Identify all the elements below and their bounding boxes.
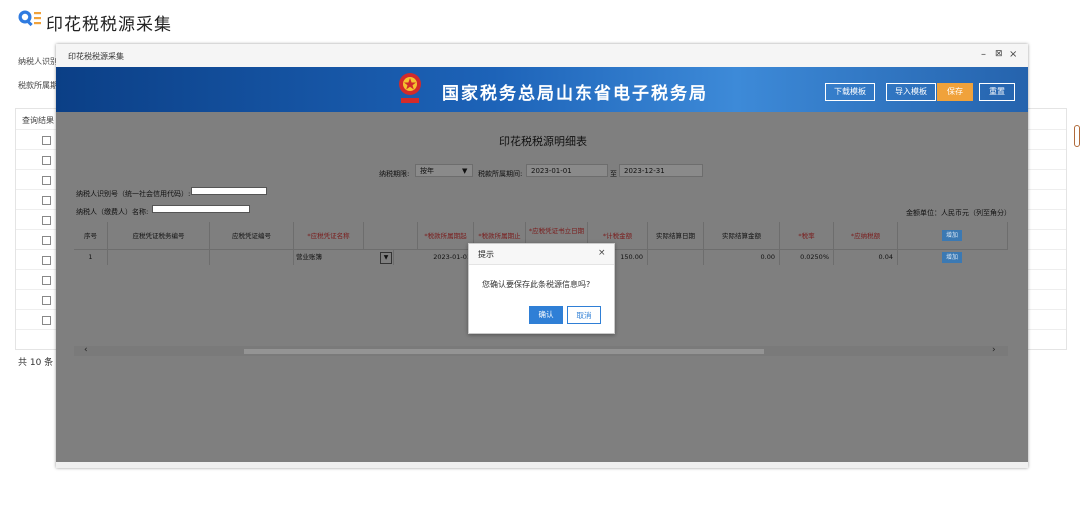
cell-settle-amount[interactable]: 0.00 [704,250,780,265]
cell-rate: 0.0250% [780,250,834,265]
voucher-name-value: 营业账簿 [296,253,322,261]
dialog-message: 您确认要保存此条税源信息吗? [482,280,591,289]
col-header-voucher-tax-no: 应税凭证税务编号 [108,222,210,250]
download-template-button[interactable]: 下载模板 [825,83,875,101]
cancel-button[interactable]: 取消 [567,306,601,324]
page-title: 印花税税源采集 [46,15,172,35]
taxpayer-name-input[interactable] [152,205,250,213]
cell-voucher-name[interactable]: 营业账簿 ▼ [294,250,394,265]
cell-actions: 增加 [898,250,1008,265]
col-header-rate: *税率 [780,222,834,250]
period-select[interactable]: 按年 ▼ [415,164,473,177]
cell-voucher-tax-no[interactable] [108,250,210,265]
period-label: 纳税期限: [379,170,410,178]
dialog-header: 提示 × [469,244,614,265]
chevron-down-icon[interactable]: ▼ [380,252,392,264]
cell-no: 1 [74,250,108,265]
tax-bureau-banner: 国家税务总局山东省电子税务局 下载模板 导入模板 保存 重置 [56,67,1028,112]
col-header-voucher-no: 应税凭证编号 [210,222,294,250]
col-header-settle-amount: 实际结算金额 [704,222,780,250]
row-checkbox[interactable] [42,296,51,305]
close-icon[interactable]: × [598,248,606,258]
row-checkbox[interactable] [42,176,51,185]
add-row-button[interactable]: 增加 [942,230,962,241]
add-row-button[interactable]: 增加 [942,252,962,263]
minimize-icon[interactable]: – [981,49,986,60]
search-list-icon [18,10,41,27]
taxpayer-code-input[interactable] [191,187,267,195]
col-header-payable: *应纳税额 [834,222,898,250]
cell-settle-date[interactable] [648,250,704,265]
taxpayer-name-label: 纳税人（缴费人）名称: [76,208,149,216]
horizontal-scrollbar[interactable]: ‹ › [74,345,1008,356]
row-checkbox[interactable] [42,256,51,265]
col-header-period-start: *税款所属期起 [418,222,474,250]
belong-period-label: 税款所属期间: [478,170,523,178]
row-checkbox[interactable] [42,316,51,325]
window-bottom-border [56,462,1028,468]
banner-title: 国家税务总局山东省电子税务局 [442,84,708,104]
tax-period-label: 税款所属期 [18,81,58,90]
save-button[interactable]: 保存 [937,83,973,101]
col-header-voucher-name: *应税凭证名称 [294,222,364,250]
form-title: 印花税税源明细表 [499,135,587,148]
cell-period-start[interactable]: 2023-01-01 [394,250,474,265]
import-template-button[interactable]: 导入模板 [886,83,936,101]
row-checkbox[interactable] [42,136,51,145]
to-label: 至 [610,170,617,178]
col-header-settle-date: 实际结算日期 [648,222,704,250]
date-from-input[interactable]: 2023-01-01 [526,164,608,177]
row-checkbox[interactable] [42,236,51,245]
reset-button[interactable]: 重置 [979,83,1015,101]
window-title: 印花税税源采集 [68,52,124,61]
close-icon[interactable]: × [1009,49,1017,60]
maximize-icon[interactable]: ⊠ [995,49,1003,59]
confirm-button[interactable]: 确认 [529,306,563,324]
col-header-actions: 增加 [898,222,1008,250]
taxpayer-id-label: 纳税人识别 [18,57,58,66]
cell-payable: 0.04 [834,250,898,265]
scroll-left-icon[interactable]: ‹ [84,345,88,355]
amount-unit-label: 金额单位：人民币元（列至角分） [906,209,1011,217]
side-scroll-handle[interactable] [1074,125,1080,147]
col-header-no: 序号 [74,222,108,250]
row-checkbox[interactable] [42,276,51,285]
tax-emblem-icon [399,73,421,103]
cell-voucher-no[interactable] [210,250,294,265]
date-to-input[interactable]: 2023-12-31 [619,164,703,177]
row-checkbox[interactable] [42,196,51,205]
row-checkbox[interactable] [42,156,51,165]
query-result-label: 查询结果 [22,116,54,125]
dialog-title: 提示 [478,250,494,259]
chevron-down-icon: ▼ [462,167,468,175]
total-count: 共 10 条 [18,358,54,368]
scrollbar-thumb[interactable] [244,349,764,354]
row-checkbox[interactable] [42,216,51,225]
scroll-right-icon[interactable]: › [992,345,996,355]
window-title-bar: 印花税税源采集 – ⊠ × [56,44,1028,67]
confirm-dialog: 提示 × 您确认要保存此条税源信息吗? 确认 取消 [468,243,615,334]
col-header-spacer [364,222,418,250]
taxpayer-code-label: 纳税人识别号（统一社会信用代码）: [76,190,191,198]
period-value: 按年 [420,167,434,175]
